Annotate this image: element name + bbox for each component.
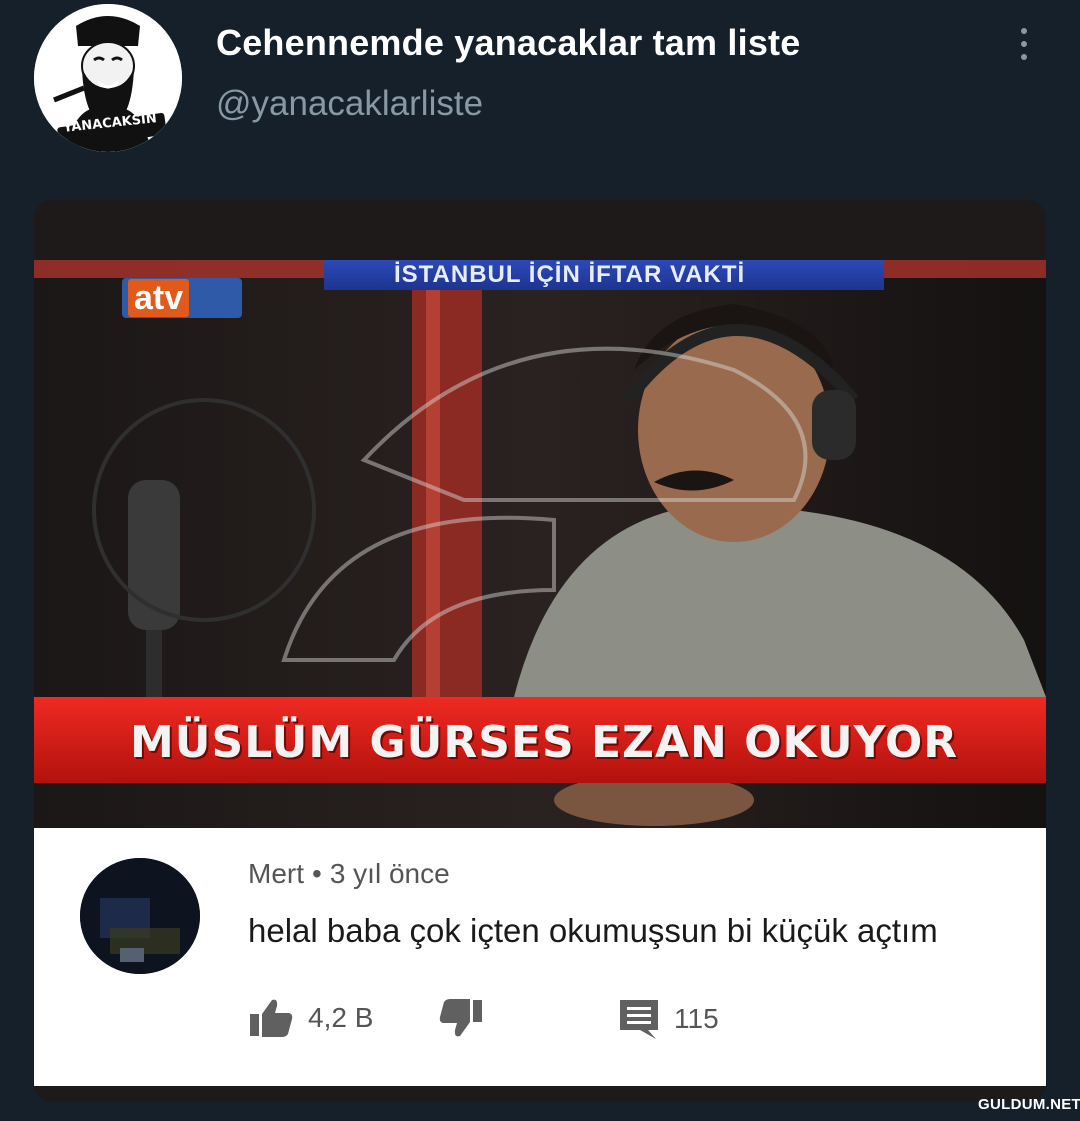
comment-icon <box>620 1000 658 1039</box>
more-vertical-icon-dot <box>1021 41 1027 47</box>
comment-text: helal baba çok içten okumuşsun bi küçük … <box>248 912 938 949</box>
tweet-header: YANACAKSIN Cehennemde yanacaklar tam lis… <box>0 0 1080 180</box>
like-count: 4,2 B <box>308 1002 374 1033</box>
channel-logo-text: atv <box>128 279 190 317</box>
tweet-media[interactable]: atv İSTANBUL İÇİN İFTAR VAKTİ MÜSLÜM GÜR… <box>34 200 1046 1102</box>
more-vertical-icon-dot <box>1021 54 1027 60</box>
thumbs-up-icon <box>250 999 293 1037</box>
dislike-button[interactable] <box>438 998 484 1038</box>
like-button[interactable]: 4,2 B <box>248 998 373 1038</box>
comment-actions: 4,2 B 115 <box>248 998 948 1048</box>
comment-author[interactable]: Mert <box>248 858 304 889</box>
comment-time[interactable]: 3 yıl önce <box>330 858 450 889</box>
top-ticker: İSTANBUL İÇİN İFTAR VAKTİ <box>324 260 884 290</box>
lower-third-banner: MÜSLÜM GÜRSES EZAN OKUYOR <box>34 697 1046 783</box>
reply-button[interactable]: 115 <box>618 998 719 1040</box>
display-name[interactable]: Cehennemde yanacaklar tam liste <box>216 22 800 64</box>
lower-third-text: MÜSLÜM GÜRSES EZAN OKUYOR <box>130 717 959 768</box>
site-watermark: GULDUM.NET <box>978 1096 1080 1113</box>
more-vertical-icon <box>1021 28 1027 34</box>
commenter-avatar-image <box>80 858 200 974</box>
commenter-avatar[interactable] <box>80 858 200 974</box>
comment-meta: Mert • 3 yıl önce <box>248 858 450 890</box>
more-options-button[interactable] <box>1004 24 1044 64</box>
youtube-comment: Mert • 3 yıl önce helal baba çok içten oku… <box>34 828 1046 1086</box>
video-screenshot[interactable]: atv İSTANBUL İÇİN İFTAR VAKTİ MÜSLÜM GÜR… <box>34 260 1046 828</box>
thumbs-down-icon <box>439 999 482 1037</box>
meta-separator: • <box>312 858 322 889</box>
user-handle[interactable]: @yanacaklarliste <box>216 84 483 124</box>
profile-avatar[interactable]: YANACAKSIN <box>34 4 182 152</box>
reply-count: 115 <box>674 1003 719 1034</box>
channel-logo: atv <box>122 278 242 318</box>
